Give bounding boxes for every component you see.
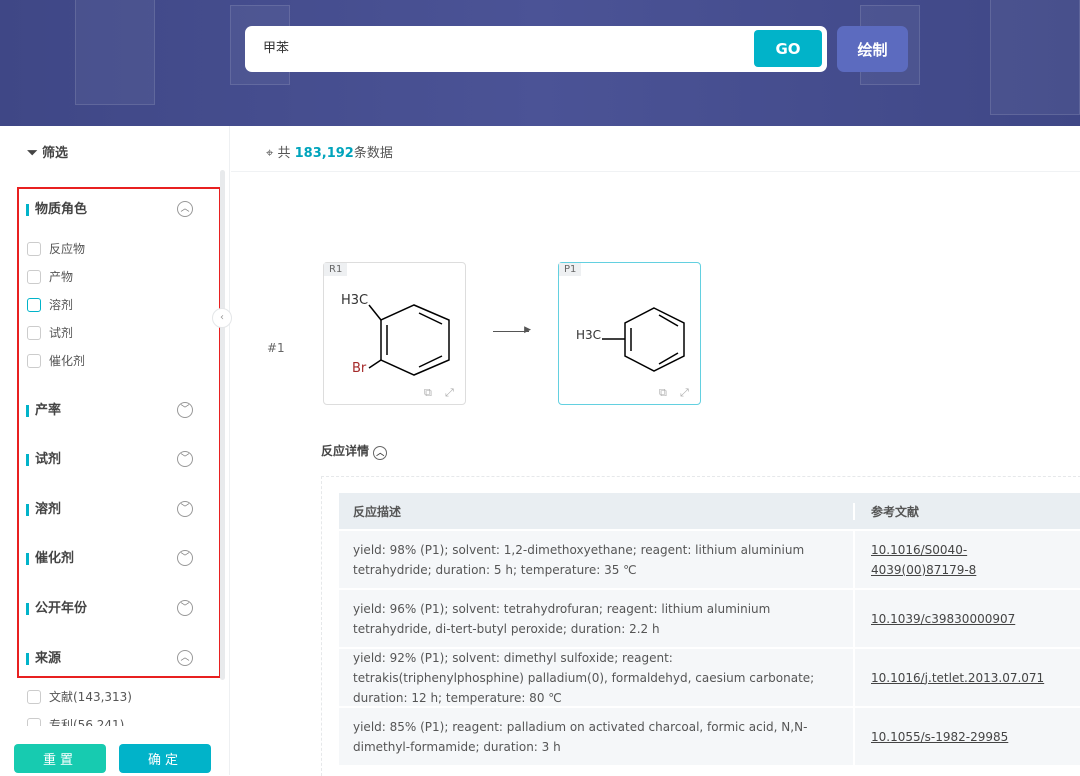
reference-link[interactable]: 10.1016/j.tetlet.2013.07.071 <box>871 671 1044 685</box>
copy-icon[interactable]: ⧉ <box>424 386 432 400</box>
table-row: yield: 92% (P1); solvent: dimethyl sulfo… <box>339 649 1080 708</box>
table-row: yield: 85% (P1); reagent: palladium on a… <box>339 708 1080 767</box>
checkbox-catalyst[interactable]: 催化剂 <box>27 352 85 369</box>
element-tile-decoration <box>75 0 155 105</box>
reaction-arrow: ▶ <box>493 325 531 335</box>
copy-icon[interactable]: ⧉ <box>659 386 667 400</box>
row-description: yield: 85% (P1); reagent: palladium on a… <box>339 708 855 765</box>
bromo-label: Br <box>352 361 367 376</box>
go-button[interactable]: GO <box>754 30 822 67</box>
chevron-up-icon[interactable]: ︿ <box>177 201 193 217</box>
checkbox-patent[interactable]: 专利(56,241) <box>27 716 124 726</box>
table-row: yield: 98% (P1); solvent: 1,2-dimethoxye… <box>339 531 1080 590</box>
methyl-label: H3C <box>576 328 602 342</box>
expand-icon[interactable]: ⤢ <box>445 386 454 400</box>
table-header: 反应描述 参考文献 <box>339 493 1080 531</box>
chevron-up-icon: ︿ <box>373 446 388 460</box>
reaction-index: #1 <box>267 341 285 355</box>
result-count: ⌖ 共 183,192条数据 <box>266 146 393 161</box>
search-input[interactable] <box>263 39 713 54</box>
chevron-down-icon[interactable]: ﹀ <box>177 451 193 467</box>
reaction-details-toggle[interactable]: 反应详情 ︿ <box>321 442 388 460</box>
chevron-down-icon[interactable]: ﹀ <box>177 550 193 566</box>
search-bar: GO <box>245 26 827 72</box>
reactant-structure <box>368 304 450 376</box>
reference-link[interactable]: 10.1016/S0040-4039(00)87179-8 <box>871 543 976 577</box>
chevron-down-icon[interactable]: ﹀ <box>177 402 193 418</box>
section-yield[interactable]: 产率 <box>26 404 61 417</box>
section-role[interactable]: 物质角色 <box>26 203 87 216</box>
checkbox-product[interactable]: 产物 <box>27 268 73 285</box>
product-card[interactable]: P1 H3C ⧉ ⤢ <box>558 262 701 405</box>
expand-icon[interactable]: ⤢ <box>680 386 689 400</box>
checkbox-reagent[interactable]: 试剂 <box>27 324 73 341</box>
reference-link[interactable]: 10.1055/s-1982-29985 <box>871 730 1008 744</box>
section-solvent[interactable]: 溶剂 <box>26 503 61 516</box>
chevron-up-icon[interactable]: ︿ <box>177 650 193 666</box>
table-row: yield: 96% (P1); solvent: tetrahydrofura… <box>339 590 1080 649</box>
checkbox-solvent[interactable]: 溶剂 <box>27 296 73 313</box>
section-reagent[interactable]: 试剂 <box>26 453 61 466</box>
checkbox-reactant[interactable]: 反应物 <box>27 240 85 257</box>
row-description: yield: 92% (P1); solvent: dimethyl sulfo… <box>339 649 855 706</box>
collapse-sidebar-button[interactable]: ‹ <box>212 308 232 328</box>
section-source[interactable]: 来源 <box>26 652 61 665</box>
molecule-decoration <box>990 0 1080 115</box>
confirm-button[interactable]: 确定 <box>119 744 211 773</box>
filter-icon: ⏷ <box>27 146 38 161</box>
chevron-down-icon[interactable]: ﹀ <box>177 600 193 616</box>
checkbox-literature[interactable]: 文献(143,313) <box>27 688 132 705</box>
scan-icon: ⌖ <box>266 146 274 161</box>
sidebar-scrollbar[interactable] <box>220 170 225 680</box>
chevron-down-icon[interactable]: ﹀ <box>177 501 193 517</box>
reactant-card[interactable]: R1 H3C Br ⧉ ⤢ <box>323 262 466 405</box>
section-catalyst[interactable]: 催化剂 <box>26 552 74 565</box>
section-year[interactable]: 公开年份 <box>26 602 87 615</box>
methyl-label: H3C <box>341 293 369 308</box>
count-value: 183,192 <box>294 146 354 161</box>
col-description: 反应描述 <box>339 502 855 520</box>
col-reference: 参考文献 <box>871 504 920 519</box>
filter-header: ⏷ 筛选 <box>27 142 68 161</box>
filter-title: 筛选 <box>41 146 68 161</box>
reaction-table: 反应描述 参考文献 yield: 98% (P1); solvent: 1,2-d… <box>339 493 1080 767</box>
reset-button[interactable]: 重置 <box>14 744 106 773</box>
clipped-area: 专利(56,241) <box>0 712 222 726</box>
row-description: yield: 96% (P1); solvent: tetrahydrofura… <box>339 590 855 647</box>
draw-structure-button[interactable]: 绘制 <box>837 26 908 72</box>
reference-link[interactable]: 10.1039/c39830000907 <box>871 612 1015 626</box>
row-description: yield: 98% (P1); solvent: 1,2-dimethoxye… <box>339 531 855 588</box>
